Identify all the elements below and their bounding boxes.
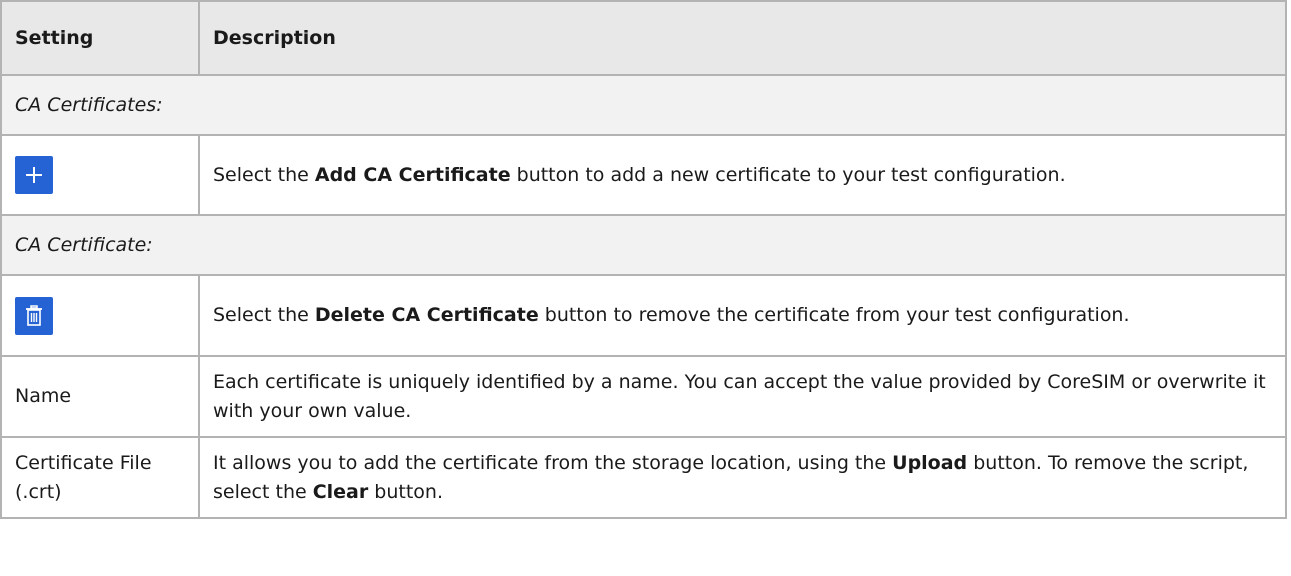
description-column-header: Description: [198, 0, 1287, 76]
description-bold-text: Add CA Certificate: [314, 163, 511, 186]
section-label-ca-certificate: CA Certificate:: [0, 214, 1287, 276]
table-row-delete-ca-certificate: Select the Delete CA Certificate button …: [0, 274, 1287, 357]
description-text: button to remove the certificate from yo…: [538, 304, 1130, 326]
description-bold-text: Upload: [892, 451, 968, 474]
description-text: button to add a new certificate to your …: [510, 163, 1066, 186]
table-row-name: Name Each certificate is uniquely identi…: [0, 355, 1287, 438]
section-row-ca-certificate: CA Certificate:: [0, 214, 1287, 276]
description-bold-text: Clear: [312, 480, 369, 503]
description-cell-delete: Select the Delete CA Certificate button …: [198, 274, 1287, 357]
setting-cell-delete: [0, 274, 200, 357]
description-text: Select the: [213, 304, 315, 326]
description-text: button.: [368, 480, 444, 503]
description-text: Select the: [213, 163, 315, 186]
add-ca-certificate-button[interactable]: [15, 156, 53, 194]
setting-cell-add: [0, 134, 200, 216]
setting-cell-certificate-file: Certificate File (.crt): [0, 436, 200, 519]
description-text: It allows you to add the certificate fro…: [213, 451, 893, 474]
description-bold-text: Delete CA Certificate: [314, 304, 539, 326]
table-header-row: Setting Description: [0, 0, 1287, 76]
description-cell-certificate-file: It allows you to add the certificate fro…: [198, 436, 1287, 519]
delete-ca-certificate-button[interactable]: [15, 296, 53, 335]
table-row-add-ca-certificate: Select the Add CA Certificate button to …: [0, 134, 1287, 216]
section-row-ca-certificates: CA Certificates:: [0, 74, 1287, 136]
trash-icon: [26, 304, 42, 326]
section-label-ca-certificates: CA Certificates:: [0, 74, 1287, 136]
setting-column-header: Setting: [0, 0, 200, 76]
description-cell-add: Select the Add CA Certificate button to …: [198, 134, 1287, 216]
setting-cell-name: Name: [0, 355, 200, 438]
settings-table: Setting Description CA Certificates: Sel…: [0, 0, 1287, 519]
plus-icon: [26, 167, 42, 183]
table-row-certificate-file: Certificate File (.crt) It allows you to…: [0, 436, 1287, 519]
description-cell-name: Each certificate is uniquely identified …: [198, 355, 1287, 438]
